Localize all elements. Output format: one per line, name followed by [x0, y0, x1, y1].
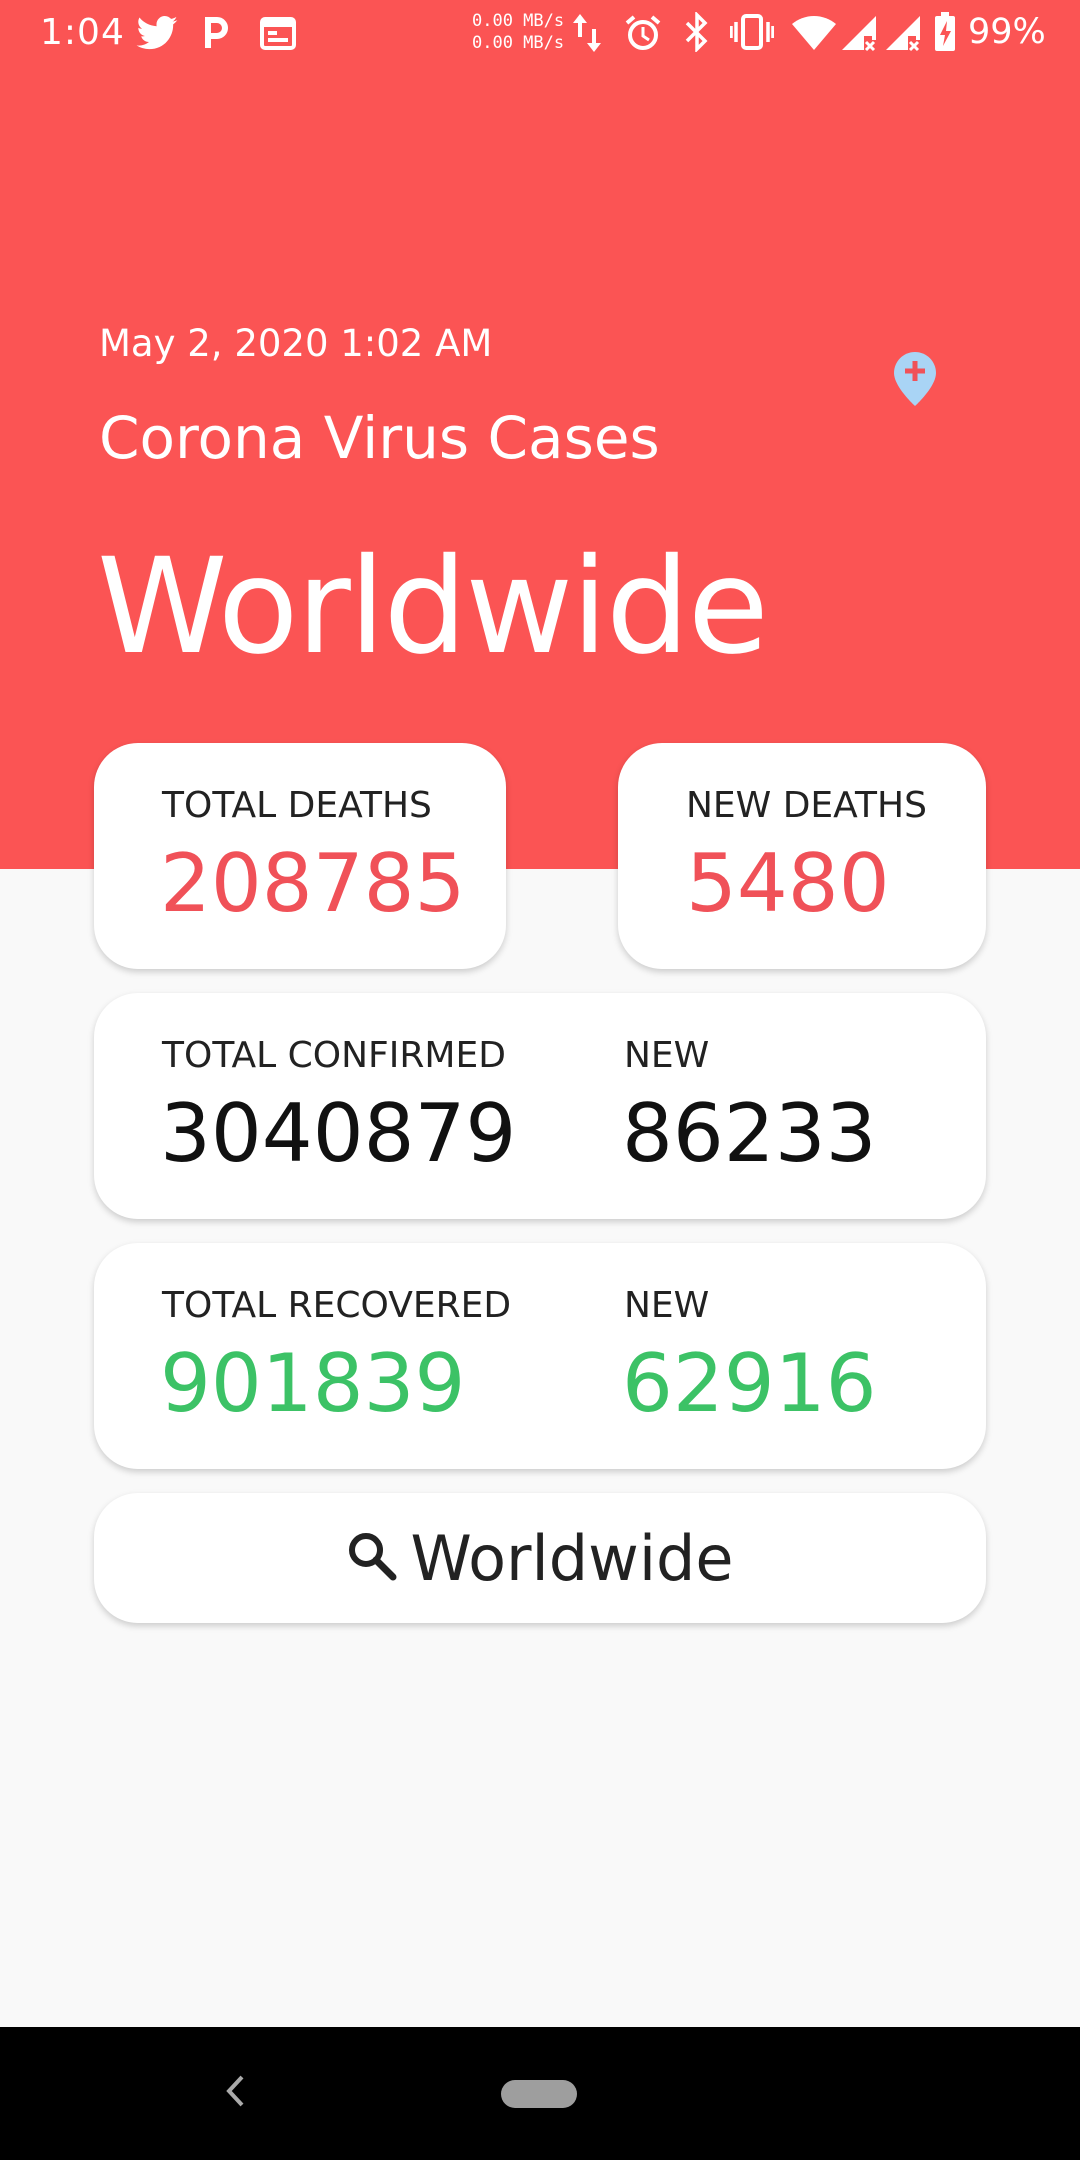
page-title: Worldwide: [97, 530, 769, 684]
new-deaths-card: NEW DEATHS 5480: [618, 743, 986, 969]
new-confirmed-value: 86233: [622, 1087, 877, 1180]
home-pill-button[interactable]: [501, 2080, 577, 2108]
confirmed-card: TOTAL CONFIRMED 3040879 NEW 86233: [94, 993, 986, 1219]
net-down: 0.00 MB/s: [472, 33, 565, 53]
last-updated-date: May 2, 2020 1:02 AM: [99, 322, 493, 365]
new-confirmed-label: NEW: [624, 1035, 710, 1076]
map-pin-plus-icon[interactable]: [892, 350, 938, 412]
new-recovered-label: NEW: [624, 1285, 710, 1326]
status-bar: 1:04 0.00 MB/s 0.00 MB/s 99%: [0, 0, 1080, 70]
wifi-icon: [792, 16, 836, 54]
twitter-icon: [136, 16, 178, 54]
page-subtitle: Corona Virus Cases: [99, 404, 660, 472]
signal-icon: [884, 14, 922, 56]
status-time: 1:04: [40, 12, 125, 53]
total-deaths-card: TOTAL DEATHS 208785: [94, 743, 506, 969]
battery-percentage: 99%: [968, 12, 1046, 52]
search-icon: [346, 1530, 398, 1586]
total-confirmed-value: 3040879: [160, 1087, 517, 1180]
net-up: 0.00 MB/s: [472, 11, 565, 31]
battery-charging-icon: [934, 12, 956, 56]
bluetooth-icon: [684, 10, 710, 56]
calendar-icon: [260, 16, 296, 54]
vibrate-icon: [729, 14, 775, 54]
region-search-content: Worldwide: [94, 1493, 986, 1623]
total-deaths-value: 208785: [160, 837, 466, 930]
network-speed: 0.00 MB/s 0.00 MB/s: [472, 10, 564, 54]
recovered-card: TOTAL RECOVERED 901839 NEW 62916: [94, 1243, 986, 1469]
total-recovered-label: TOTAL RECOVERED: [162, 1285, 512, 1326]
back-icon[interactable]: [220, 2069, 250, 2117]
total-confirmed-label: TOTAL CONFIRMED: [162, 1035, 506, 1076]
data-arrows-icon: [572, 12, 602, 58]
signal-icon: [840, 14, 878, 56]
region-search-label: Worldwide: [410, 1521, 734, 1595]
new-deaths-label: NEW DEATHS: [686, 785, 927, 826]
new-recovered-value: 62916: [622, 1337, 877, 1430]
region-search-button[interactable]: Worldwide: [94, 1493, 986, 1623]
new-deaths-value: 5480: [686, 837, 890, 930]
total-recovered-value: 901839: [160, 1337, 466, 1430]
alarm-icon: [624, 14, 662, 56]
total-deaths-label: TOTAL DEATHS: [162, 785, 432, 826]
p-icon: [202, 14, 232, 54]
